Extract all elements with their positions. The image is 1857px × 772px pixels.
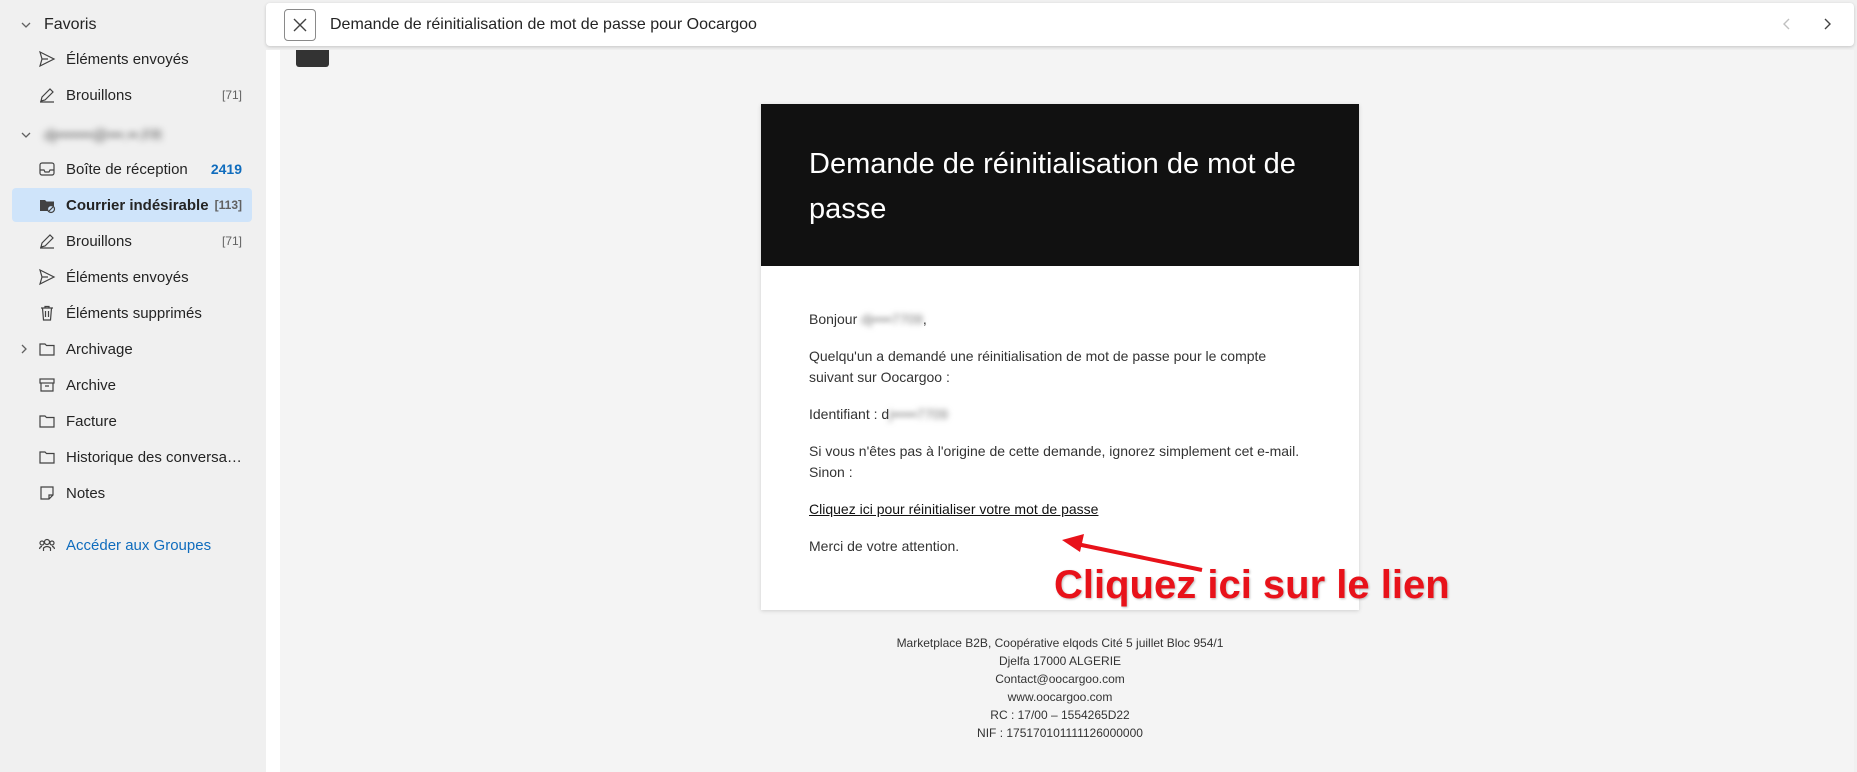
email-title: Demande de réinitialisation de mot de pa… <box>809 148 1296 225</box>
folder-label: Éléments envoyés <box>66 268 189 286</box>
favorites-header[interactable]: Favoris <box>0 10 262 40</box>
sidebar-item-facture[interactable]: Facture <box>12 404 252 438</box>
favorites-label: Favoris <box>44 16 97 33</box>
send-icon <box>38 50 56 68</box>
toolbar-stub <box>296 50 329 67</box>
folder-label: Facture <box>66 412 117 430</box>
sidebar-item-inbox[interactable]: Boîte de réception 2419 <box>12 152 252 186</box>
chevron-right-icon[interactable] <box>16 341 32 357</box>
identifier-line: Identifiant : dj•••••7709 <box>809 404 1311 425</box>
sidebar-item-drafts[interactable]: Brouillons [71] <box>12 224 252 258</box>
sidebar-item-notes[interactable]: Notes <box>12 476 252 510</box>
footer-line: Djelfa 17000 ALGERIE <box>998 654 1122 668</box>
archive-icon <box>38 376 56 394</box>
message-navigation <box>1778 15 1836 33</box>
recipient-name: dj••••7709 <box>861 311 923 327</box>
email-canvas: Demande de réinitialisation de mot de pa… <box>280 50 1854 772</box>
close-button[interactable] <box>284 8 316 41</box>
footer-line: www.oocargoo.com <box>1007 690 1113 704</box>
paragraph-request: Quelqu'un a demandé une réinitialisation… <box>809 348 1267 385</box>
folder-label: Brouillons <box>66 232 132 250</box>
favorites-item-sent[interactable]: Éléments envoyés <box>12 42 252 76</box>
reading-pane-header: Demande de réinitialisation de mot de pa… <box>266 3 1854 46</box>
folder-label: Historique des conversati... <box>66 448 242 466</box>
sidebar-item-archive[interactable]: Archive <box>12 368 252 402</box>
folder-icon <box>38 448 56 466</box>
folder-label: Boîte de réception <box>66 160 188 178</box>
paragraph-ignore: Si vous n'êtes pas à l'origine de cette … <box>809 443 1300 480</box>
sidebar-item-conversation-history[interactable]: Historique des conversati... <box>12 440 252 474</box>
sidebar-item-sent[interactable]: Éléments envoyés <box>12 260 252 294</box>
groups-link-label: Accéder aux Groupes <box>66 536 212 554</box>
send-icon <box>38 268 56 286</box>
footer-line: Marketplace B2B, Coopérative elqods Cité… <box>896 636 1224 650</box>
message-subject: Demande de réinitialisation de mot de pa… <box>330 15 757 33</box>
note-icon <box>38 484 56 502</box>
folder-label: Archive <box>66 376 117 394</box>
inbox-icon <box>38 160 56 178</box>
trash-icon <box>38 304 56 322</box>
email-footer: Marketplace B2B, Coopérative elqods Cité… <box>761 634 1359 742</box>
draft-icon <box>38 232 56 250</box>
folder-count: [113] <box>214 198 242 212</box>
unread-count: 2419 <box>210 161 242 177</box>
folder-pane: Favoris Éléments envoyés Brouillons [71]… <box>0 0 262 772</box>
folder-icon <box>38 412 56 430</box>
people-group-icon <box>38 536 56 554</box>
folder-label: Brouillons <box>66 86 132 104</box>
folder-label: Notes <box>66 484 106 502</box>
annotation-text: Cliquez ici sur le lien <box>1054 563 1450 607</box>
greeting-prefix: Bonjour <box>809 311 858 327</box>
go-to-groups-link[interactable]: Accéder aux Groupes <box>12 528 252 562</box>
close-icon <box>293 18 307 31</box>
identifier-label: Identifiant : d <box>809 406 890 422</box>
greeting-suffix: , <box>922 311 927 327</box>
sidebar-item-deleted[interactable]: Éléments supprimés <box>12 296 252 330</box>
chevron-right-icon <box>1824 18 1831 30</box>
folder-label: Éléments envoyés <box>66 50 189 68</box>
account-header[interactable]: dj•••••••@•••.••.FR <box>0 120 262 150</box>
sidebar-item-archivage[interactable]: Archivage <box>12 332 252 366</box>
next-message-button[interactable] <box>1818 15 1836 33</box>
message-body-pane: Demande de réinitialisation de mot de pa… <box>266 50 1854 772</box>
sidebar-item-junk[interactable]: Courrier indésirable [113] <box>12 188 252 222</box>
greeting: Bonjour dj••••7709, <box>809 309 1311 330</box>
folder-label: Courrier indésirable <box>66 196 209 214</box>
folder-label: Archivage <box>66 340 133 358</box>
identifier-value: j•••••7709 <box>889 406 948 422</box>
email-banner: Demande de réinitialisation de mot de pa… <box>761 104 1359 266</box>
chevron-down-icon[interactable] <box>18 127 34 143</box>
chevron-down-icon[interactable] <box>18 17 34 33</box>
footer-line: Contact@oocargoo.com <box>995 672 1125 686</box>
folder-count: [71] <box>221 88 242 102</box>
folder-label: Éléments supprimés <box>66 304 202 322</box>
footer-line: RC : 17/00 – 1554265D22 <box>990 708 1130 722</box>
draft-icon <box>38 86 56 104</box>
account-email: dj•••••••@•••.••.FR <box>44 126 163 144</box>
folder-count: [71] <box>221 234 242 248</box>
previous-message-button[interactable] <box>1778 15 1796 33</box>
folder-icon <box>38 340 56 358</box>
favorites-item-drafts[interactable]: Brouillons [71] <box>12 78 252 112</box>
footer-line: NIF : 175170101111126000000 <box>977 726 1143 740</box>
junk-folder-icon <box>38 196 56 214</box>
chevron-left-icon <box>1783 18 1790 30</box>
